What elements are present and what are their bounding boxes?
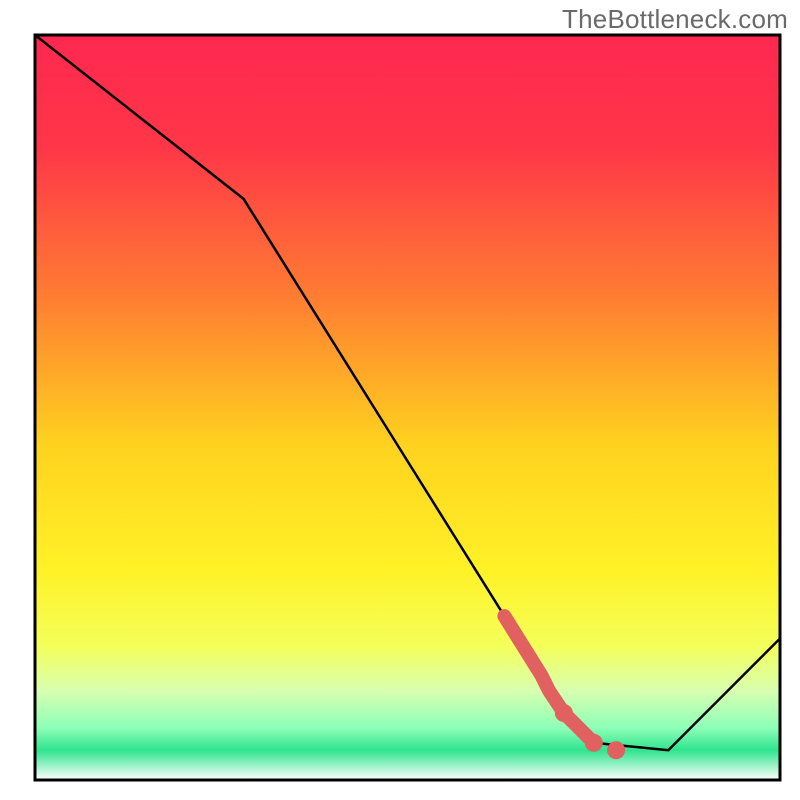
highlight-dot [555,704,573,722]
watermark-label: TheBottleneck.com [562,4,788,35]
highlight-dot [607,741,625,759]
chart-container: TheBottleneck.com [0,0,800,800]
gradient-background [35,35,780,780]
highlight-dot [585,734,603,752]
bottleneck-chart [0,0,800,800]
